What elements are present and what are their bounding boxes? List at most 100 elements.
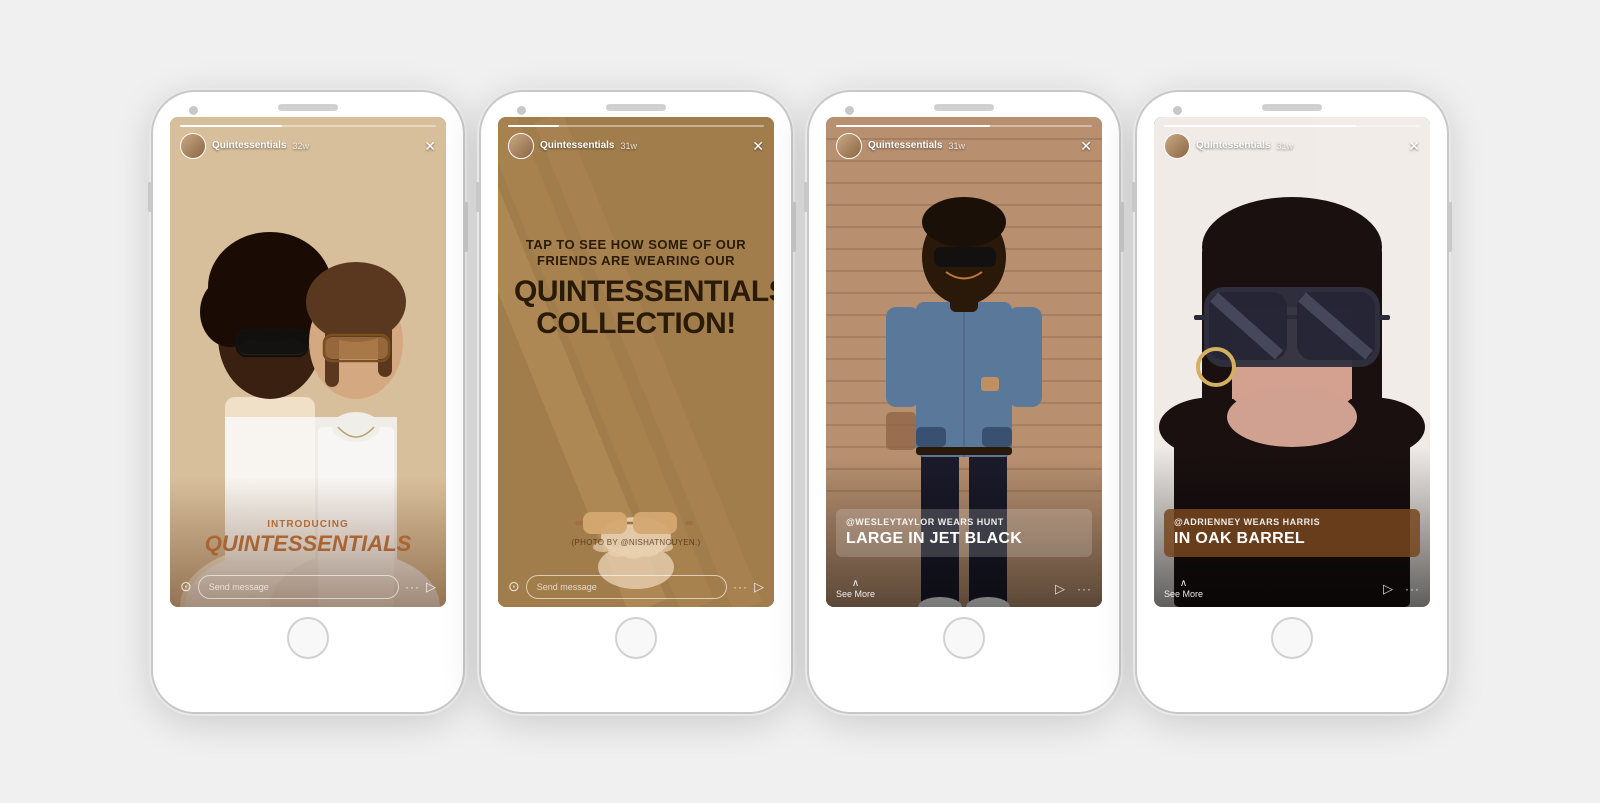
- phone-screen-2: TAP TO SEE HOW SOME OF OUR FRIENDS ARE W…: [498, 117, 774, 607]
- close-icon-1[interactable]: ✕: [424, 139, 436, 153]
- home-button-4[interactable]: [1271, 617, 1313, 659]
- camera-icon-2[interactable]: ⊙: [508, 578, 520, 595]
- progress-bar-2: [508, 125, 764, 127]
- avatar-inner-2: [509, 134, 533, 158]
- avatar-inner-3: [837, 134, 861, 158]
- tap-line2: FRIENDS ARE WEARING OUR: [537, 253, 735, 268]
- close-icon-2[interactable]: ✕: [752, 139, 764, 153]
- avatar-3[interactable]: [836, 133, 862, 159]
- user-row-4: Quintessentials 31w ✕: [1164, 133, 1420, 159]
- progress-bar-4: [1164, 125, 1420, 127]
- message-row-1: ⊙ Send message ··· ▷: [180, 575, 436, 599]
- phone-top-bar-3: [809, 92, 1119, 117]
- username-2: Quintessentials: [540, 140, 614, 151]
- message-input-1[interactable]: Send message: [198, 575, 399, 599]
- story-bottom-1: ⊙ Send message ··· ▷: [170, 569, 446, 607]
- phone-speaker-4: [1262, 104, 1322, 111]
- home-button-3[interactable]: [943, 617, 985, 659]
- story-bottom-2: ⊙ Send message ··· ▷: [498, 569, 774, 607]
- send-icon-1[interactable]: ▷: [426, 579, 436, 595]
- phone-speaker-1: [278, 104, 338, 111]
- phone-screen-3: @WESLEYTAYLOR WEARS HUNT LARGE IN JET BL…: [826, 117, 1102, 607]
- phone-bottom-4: [1137, 607, 1447, 673]
- user-row-1: Quintessentials 32w ✕: [180, 133, 436, 159]
- user-row-2: Quintessentials 31w ✕: [508, 133, 764, 159]
- progress-fill-2: [508, 125, 559, 127]
- dots-icon-2[interactable]: ···: [733, 580, 748, 594]
- see-more-left-4[interactable]: ∧ See More: [1164, 579, 1203, 599]
- phone-top-bar-4: [1137, 92, 1447, 117]
- story-see-more-3: ∧ See More ▷ ···: [826, 575, 1102, 607]
- phone-camera-4: [1173, 106, 1182, 115]
- phone4-sub-text: @ADRIENNEY WEARS HARRIS: [1174, 517, 1410, 527]
- message-placeholder-2: Send message: [537, 582, 597, 592]
- dots-icon-1[interactable]: ···: [405, 580, 420, 594]
- send-icon-3[interactable]: ▷: [1055, 581, 1065, 597]
- user-left-3: Quintessentials 31w: [836, 133, 965, 159]
- phone-speaker-3: [934, 104, 994, 111]
- phone3-caption: @WESLEYTAYLOR WEARS HUNT LARGE IN JET BL…: [836, 509, 1092, 556]
- camera-icon-1[interactable]: ⊙: [180, 578, 192, 595]
- home-button-2[interactable]: [615, 617, 657, 659]
- avatar-4[interactable]: [1164, 133, 1190, 159]
- message-input-2[interactable]: Send message: [526, 575, 727, 599]
- progress-fill-1: [180, 125, 282, 127]
- action-icons-4: ▷ ···: [1383, 581, 1420, 597]
- username-1: Quintessentials: [212, 140, 286, 151]
- avatar-1[interactable]: [180, 133, 206, 159]
- progress-fill-4: [1164, 125, 1356, 127]
- phones-container: INTRODUCING QUINTESSENTIALS Quintessent: [133, 72, 1467, 732]
- phone-screen-1: INTRODUCING QUINTESSENTIALS Quintessent: [170, 117, 446, 607]
- tap-collection: COLLECTION!: [536, 307, 735, 340]
- tap-brand: QUINTESSENTIALS: [514, 275, 774, 308]
- phone-bottom-3: [809, 607, 1119, 673]
- close-icon-3[interactable]: ✕: [1080, 139, 1092, 153]
- avatar-2[interactable]: [508, 133, 534, 159]
- phone4-background: @ADRIENNEY WEARS HARRIS IN OAK BARREL: [1154, 117, 1430, 607]
- send-icon-4[interactable]: ▷: [1383, 581, 1393, 597]
- time-4: 31w: [1276, 141, 1293, 151]
- phone3-background: @WESLEYTAYLOR WEARS HUNT LARGE IN JET BL…: [826, 117, 1102, 607]
- time-1: 32w: [292, 141, 309, 151]
- phone-camera-2: [517, 106, 526, 115]
- user-left-4: Quintessentials 31w: [1164, 133, 1293, 159]
- avatar-inner-4: [1165, 134, 1189, 158]
- tap-line1: TAP TO SEE HOW SOME OF OUR: [526, 237, 746, 252]
- phone-bottom-2: [481, 607, 791, 673]
- story-header-4: Quintessentials 31w ✕: [1154, 117, 1430, 163]
- action-icons-3: ▷ ···: [1055, 581, 1092, 597]
- phone3-sub-text: @WESLEYTAYLOR WEARS HUNT: [846, 517, 1082, 527]
- phone-screen-4: @ADRIENNEY WEARS HARRIS IN OAK BARREL Qu…: [1154, 117, 1430, 607]
- username-3: Quintessentials: [868, 140, 942, 151]
- message-row-2: ⊙ Send message ··· ▷: [508, 575, 764, 599]
- phone-camera-1: [189, 106, 198, 115]
- phone1-background: INTRODUCING QUINTESSENTIALS: [170, 117, 446, 607]
- time-3: 31w: [948, 141, 965, 151]
- dots-icon-4[interactable]: ···: [1405, 582, 1420, 596]
- user-row-3: Quintessentials 31w ✕: [836, 133, 1092, 159]
- phone-bottom-1: [153, 607, 463, 673]
- close-icon-4[interactable]: ✕: [1408, 139, 1420, 153]
- time-2: 31w: [620, 141, 637, 151]
- phone-top-bar-2: [481, 92, 791, 117]
- phone-1: INTRODUCING QUINTESSENTIALS Quintessent: [153, 92, 463, 712]
- chevron-up-icon-4: ∧: [1180, 579, 1187, 589]
- dots-icon-3[interactable]: ···: [1077, 582, 1092, 596]
- phone3-main-text: LARGE IN JET BLACK: [846, 529, 1082, 548]
- story-header-1: Quintessentials 32w ✕: [170, 117, 446, 163]
- progress-fill-3: [836, 125, 990, 127]
- avatar-inner-1: [181, 134, 205, 158]
- story-header-3: Quintessentials 31w ✕: [826, 117, 1102, 163]
- user-left-2: Quintessentials 31w: [508, 133, 637, 159]
- see-more-left-3[interactable]: ∧ See More: [836, 579, 875, 599]
- see-more-label-3: See More: [836, 589, 875, 599]
- message-placeholder-1: Send message: [209, 582, 269, 592]
- see-more-label-4: See More: [1164, 589, 1203, 599]
- home-button-1[interactable]: [287, 617, 329, 659]
- story-header-2: Quintessentials 31w ✕: [498, 117, 774, 163]
- phone-top-bar-1: [153, 92, 463, 117]
- progress-bar-1: [180, 125, 436, 127]
- send-icon-2[interactable]: ▷: [754, 579, 764, 595]
- user-left-1: Quintessentials 32w: [180, 133, 309, 159]
- see-more-row-3: ∧ See More ▷ ···: [836, 579, 1092, 599]
